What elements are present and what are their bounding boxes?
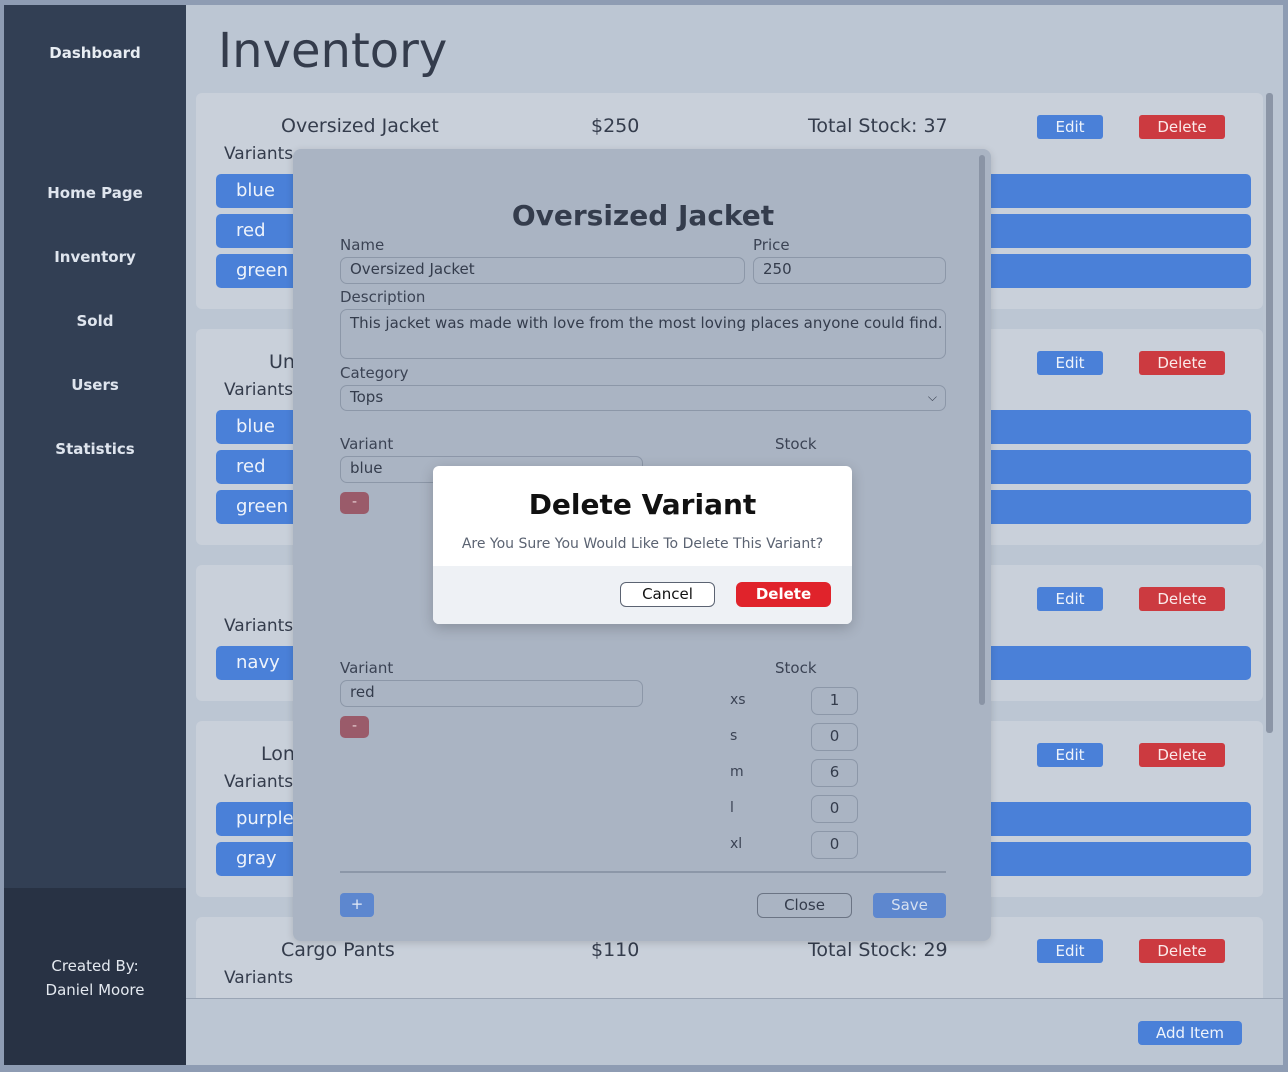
modal-title: Oversized Jacket — [511, 199, 775, 232]
size-label: xl — [730, 836, 743, 852]
variant-input[interactable]: red — [340, 680, 643, 707]
delete-button[interactable]: Delete — [1139, 115, 1225, 139]
delete-button[interactable]: Delete — [1139, 939, 1225, 963]
sidebar-footer: Created By: Daniel Moore — [4, 888, 186, 1065]
remove-variant-button[interactable]: - — [340, 716, 369, 738]
sidebar-item-users[interactable]: Users — [4, 376, 186, 394]
price-input[interactable]: 250 — [753, 257, 946, 284]
edit-button[interactable]: Edit — [1037, 587, 1103, 611]
stock-input[interactable]: 0 — [811, 723, 858, 751]
item-total-stock: Total Stock: 37 — [808, 115, 948, 137]
dialog-footer: Cancel Delete — [433, 566, 852, 624]
variant-label: Variant — [340, 659, 394, 677]
delete-button[interactable]: Delete — [1139, 587, 1225, 611]
variants-label: Variants — [224, 968, 294, 988]
bottom-bar — [186, 998, 1283, 1065]
variants-label: Variants — [224, 380, 294, 400]
sidebar-brand[interactable]: Dashboard — [4, 44, 186, 62]
size-label: m — [730, 764, 744, 780]
category-value: Tops — [350, 388, 384, 406]
item-price: $250 — [591, 115, 640, 137]
edit-button[interactable]: Edit — [1037, 939, 1103, 963]
item-total-stock: Total Stock: 29 — [808, 939, 948, 961]
item-name: Cargo Pants — [281, 939, 395, 961]
modal-scrollbar[interactable] — [979, 155, 985, 705]
size-label: l — [730, 800, 734, 816]
item-name: Lon — [261, 743, 295, 765]
sidebar-item-sold[interactable]: Sold — [4, 312, 186, 330]
category-select[interactable]: Tops ⌵ — [340, 385, 946, 411]
variant-name: green — [236, 496, 288, 517]
variant-name: green — [236, 260, 288, 281]
close-button[interactable]: Close — [757, 893, 852, 918]
price-label: Price — [753, 236, 790, 254]
stock-input[interactable]: 0 — [811, 831, 858, 859]
variants-label: Variants — [224, 144, 294, 164]
footer-author: Daniel Moore — [45, 981, 145, 999]
description-textarea[interactable]: This jacket was made with love from the … — [340, 309, 946, 359]
name-label: Name — [340, 236, 385, 254]
chevron-down-icon: ⌵ — [927, 390, 937, 404]
stock-input[interactable]: 1 — [811, 687, 858, 715]
variants-label: Variants — [224, 616, 294, 636]
stock-label: Stock — [775, 435, 817, 453]
modal-divider — [340, 871, 946, 873]
cancel-button[interactable]: Cancel — [620, 582, 715, 607]
sidebar-item-home-page[interactable]: Home Page — [4, 184, 186, 202]
edit-button[interactable]: Edit — [1037, 115, 1103, 139]
category-label: Category — [340, 364, 409, 382]
variant-name: red — [236, 456, 266, 477]
sidebar-item-inventory[interactable]: Inventory — [4, 248, 186, 266]
dialog-title: Delete Variant — [528, 488, 757, 521]
dialog-message: Are You Sure You Would Like To Delete Th… — [461, 536, 824, 552]
variant-name: navy — [236, 652, 280, 673]
save-button[interactable]: Save — [873, 893, 946, 918]
item-price: $110 — [591, 939, 640, 961]
description-label: Description — [340, 288, 426, 306]
variant-name: blue — [236, 180, 275, 201]
item-name: Un — [269, 351, 295, 373]
remove-variant-button[interactable]: - — [340, 492, 369, 514]
size-label: xs — [730, 692, 746, 708]
sidebar: Dashboard Home Page Inventory Sold Users… — [4, 5, 186, 1065]
confirm-delete-button[interactable]: Delete — [736, 582, 831, 607]
edit-button[interactable]: Edit — [1037, 743, 1103, 767]
add-variant-button[interactable]: + — [340, 893, 374, 917]
delete-variant-dialog: Delete Variant Are You Sure You Would Li… — [433, 466, 852, 624]
variant-name: blue — [236, 416, 275, 437]
stock-label: Stock — [775, 659, 817, 677]
list-scrollbar[interactable] — [1266, 93, 1273, 733]
size-label: s — [730, 728, 738, 744]
variant-label: Variant — [340, 435, 394, 453]
add-item-button[interactable]: Add Item — [1138, 1021, 1242, 1045]
delete-button[interactable]: Delete — [1139, 743, 1225, 767]
footer-created-by: Created By: — [51, 957, 139, 975]
name-input[interactable]: Oversized Jacket — [340, 257, 745, 284]
edit-button[interactable]: Edit — [1037, 351, 1103, 375]
variant-name: purple — [236, 808, 294, 829]
page-title: Inventory — [218, 23, 448, 79]
variant-name: gray — [236, 848, 277, 869]
variants-label: Variants — [224, 772, 294, 792]
stock-input[interactable]: 6 — [811, 759, 858, 787]
sidebar-item-statistics[interactable]: Statistics — [4, 440, 186, 458]
delete-button[interactable]: Delete — [1139, 351, 1225, 375]
stock-input[interactable]: 0 — [811, 795, 858, 823]
variant-name: red — [236, 220, 266, 241]
item-name: Oversized Jacket — [281, 115, 439, 137]
